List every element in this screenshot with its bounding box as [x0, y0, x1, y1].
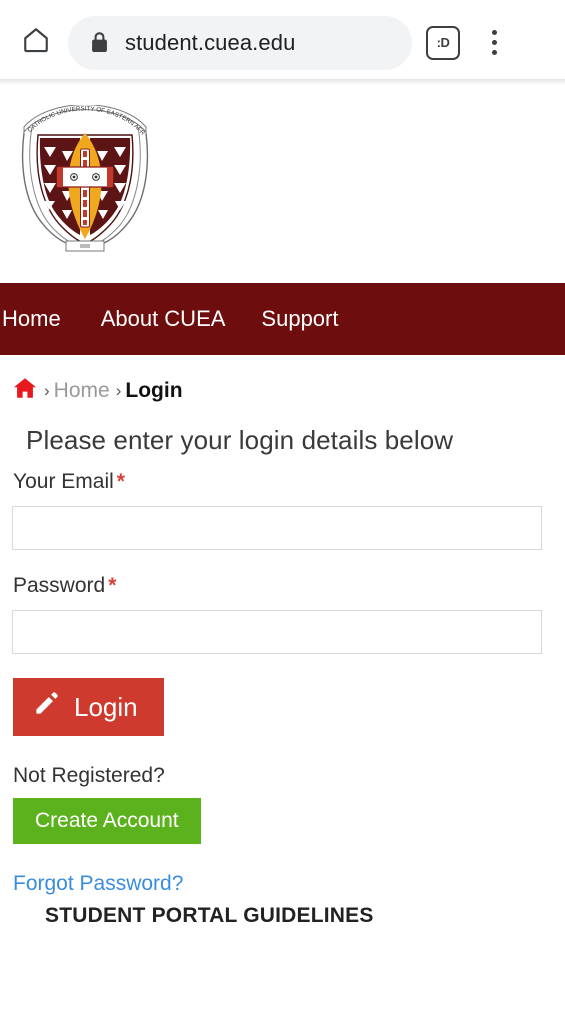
email-label-text: Your Email: [13, 470, 114, 493]
overflow-menu-icon: [491, 30, 497, 35]
nav-item-about-cuea[interactable]: About CUEA: [83, 283, 244, 355]
overflow-menu-icon-dot2: [491, 40, 497, 45]
create-account-button[interactable]: Create Account: [13, 798, 201, 844]
login-button[interactable]: Login: [13, 678, 164, 736]
cuea-crest-icon: THE CATHOLIC UNIVERSITY OF EASTERN AFRIC…: [8, 100, 149, 252]
breadcrumb-item-home[interactable]: Home: [54, 379, 110, 403]
not-registered-text: Not Registered?: [13, 764, 165, 787]
breadcrumb-home-icon[interactable]: [12, 375, 38, 407]
pencil-icon: [33, 690, 60, 724]
browser-menu-button[interactable]: [482, 26, 506, 60]
login-button-label: Login: [74, 691, 138, 722]
overflow-menu-icon-dot3: [491, 50, 497, 55]
email-input[interactable]: [12, 506, 542, 550]
home-icon: [21, 25, 51, 60]
url-text: student.cuea.edu: [125, 29, 296, 55]
email-required-marker: *: [116, 470, 125, 493]
lock-icon: [90, 31, 109, 54]
site-header: THE CATHOLIC UNIVERSITY OF EASTERN AFRIC…: [0, 85, 565, 283]
nav-item-support[interactable]: Support: [243, 283, 356, 355]
student-portal-guidelines-heading: STUDENT PORTAL GUIDELINES: [45, 904, 374, 927]
breadcrumb-separator-1: ›: [44, 381, 50, 400]
password-input[interactable]: [12, 610, 542, 654]
password-field-label: Password *: [13, 574, 553, 598]
main-navigation: Home About CUEA Support: [0, 283, 565, 355]
tab-switcher-button[interactable]: :D: [426, 25, 460, 60]
email-field-label: Your Email *: [13, 470, 553, 494]
tab-count-label: :D: [436, 35, 450, 50]
url-bar[interactable]: student.cuea.edu: [68, 15, 412, 70]
breadcrumb: › Home › Login: [12, 355, 553, 419]
browser-toolbar: student.cuea.edu :D: [0, 0, 565, 85]
password-label-text: Password: [13, 574, 106, 597]
password-required-marker: *: [108, 574, 117, 597]
page-title: Please enter your login details below: [26, 425, 454, 455]
main-content: › Home › Login Please enter your login d…: [0, 355, 565, 928]
browser-home-button[interactable]: [16, 23, 56, 63]
forgot-password-link[interactable]: Forgot Password?: [13, 872, 553, 896]
breadcrumb-separator-2: ›: [115, 381, 122, 400]
breadcrumb-item-login: Login: [125, 379, 183, 402]
nav-item-home[interactable]: Home: [0, 283, 83, 355]
cuea-logo[interactable]: THE CATHOLIC UNIVERSITY OF EASTERN AFRIC…: [8, 100, 160, 257]
